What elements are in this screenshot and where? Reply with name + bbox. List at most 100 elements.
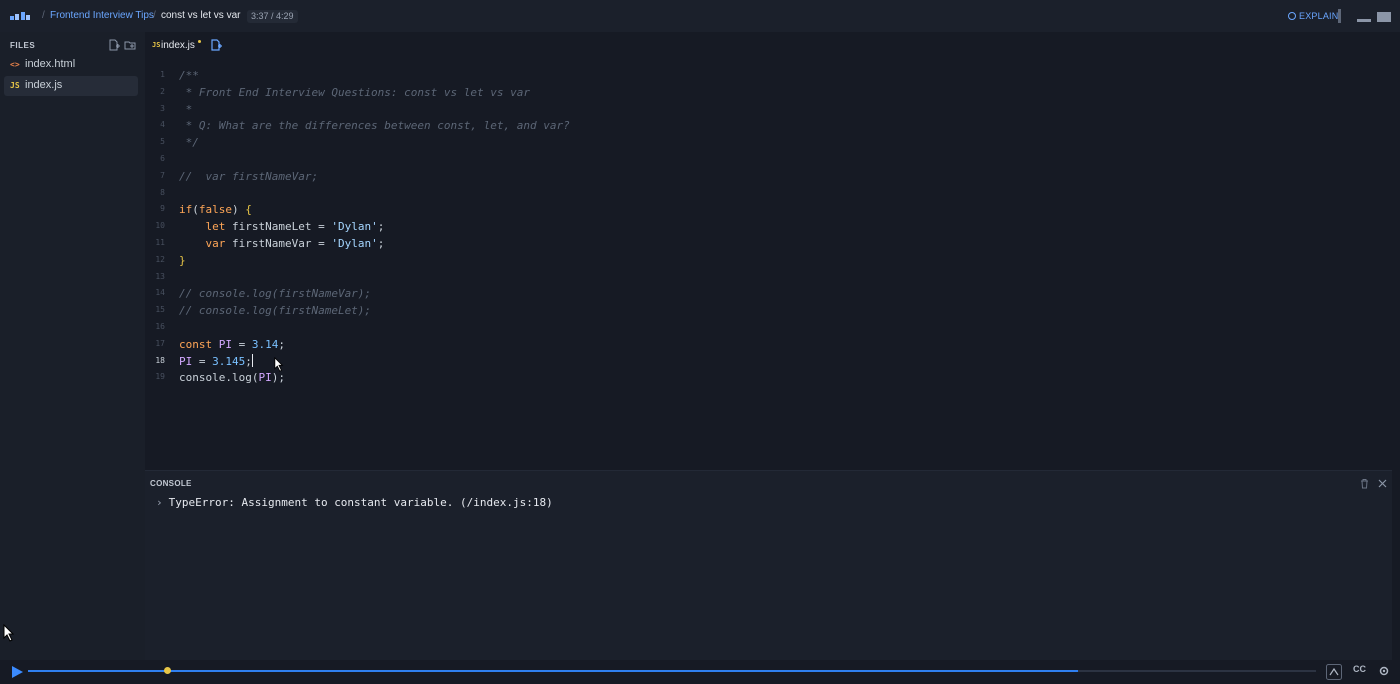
- code-text: if(false) {: [179, 201, 252, 218]
- code-token: (: [192, 203, 199, 217]
- progress-track[interactable]: [28, 667, 1316, 674]
- console-error-message: › TypeError: Assignment to constant varia…: [156, 496, 553, 509]
- code-text: PI = 3.145;: [179, 353, 253, 370]
- line-number: 8: [160, 187, 165, 197]
- code-token: ): [232, 203, 246, 217]
- code-line[interactable]: 12}: [145, 252, 1345, 269]
- line-number: 10: [155, 221, 165, 231]
- file-sidebar: FILES <> index.html JS index.js: [0, 32, 145, 660]
- progress-fill: [28, 670, 1078, 672]
- file-name: index.js: [25, 79, 63, 91]
- new-folder-icon[interactable]: [124, 39, 136, 51]
- logo-icon[interactable]: [10, 12, 30, 21]
- js-file-icon: JS: [10, 81, 20, 90]
- settings-icon[interactable]: [1378, 665, 1390, 677]
- code-token: ;: [278, 337, 285, 351]
- line-number: 14: [155, 288, 165, 298]
- code-line[interactable]: 17 const PI = 3.14;: [145, 336, 1345, 353]
- captions-button[interactable]: CC: [1353, 664, 1366, 674]
- code-token: ;: [377, 220, 385, 234]
- layout-bottom-icon[interactable]: [1356, 9, 1372, 23]
- code-line[interactable]: 5 */: [145, 134, 1345, 151]
- code-token: false: [198, 203, 232, 217]
- play-icon[interactable]: [10, 665, 24, 679]
- code-line[interactable]: 10 let firstNameLet = 'Dylan';: [145, 218, 1345, 235]
- new-file-icon[interactable]: [108, 39, 120, 51]
- line-number: 4: [160, 120, 165, 130]
- code-text: // var firstNameVar;: [179, 168, 318, 185]
- code-token: 'Dylan': [331, 237, 378, 250]
- code-token: ;: [245, 354, 252, 368]
- code-token: firstNameVar =: [225, 237, 332, 250]
- line-number: 18: [155, 355, 165, 365]
- breadcrumb-separator: /: [153, 10, 156, 21]
- code-token: =: [192, 354, 213, 368]
- code-token: // console.log(firstNameLet);: [179, 304, 372, 318]
- code-line[interactable]: 18 PI = 3.145;: [145, 353, 1345, 370]
- breadcrumb-title: const vs let vs var: [161, 10, 241, 21]
- line-number: 12: [155, 254, 165, 264]
- expand-chevron-icon[interactable]: ›: [156, 496, 163, 509]
- breadcrumb-course-link[interactable]: Frontend Interview Tips: [50, 10, 154, 21]
- new-file-icon[interactable]: [210, 39, 222, 51]
- code-line[interactable]: 11 var firstNameVar = 'Dylan';: [145, 235, 1345, 252]
- line-number: 19: [155, 372, 165, 382]
- code-line[interactable]: 16: [145, 319, 1345, 336]
- code-line[interactable]: 15 // console.log(firstNameLet);: [145, 302, 1345, 319]
- time-badge: 3:37 / 4:29: [247, 10, 298, 23]
- code-text: let firstNameLet = 'Dylan';: [179, 218, 385, 235]
- code-token: const: [179, 337, 213, 351]
- explain-label: EXPLAIN: [1299, 11, 1339, 21]
- code-line[interactable]: 3 *: [145, 101, 1345, 118]
- layout-split-icon[interactable]: [1338, 9, 1350, 23]
- code-token: let: [205, 220, 226, 234]
- line-number: 16: [155, 322, 165, 331]
- code-token: {: [245, 203, 252, 217]
- code-text: *: [179, 101, 193, 118]
- close-icon[interactable]: [1377, 478, 1388, 489]
- code-token: // var firstNameVar;: [179, 169, 319, 183]
- line-number: 17: [155, 338, 165, 348]
- code-line[interactable]: 6: [145, 151, 1345, 168]
- code-token: /**: [179, 69, 199, 82]
- trash-icon[interactable]: [1359, 478, 1370, 489]
- code-token: =: [232, 337, 252, 351]
- file-item-index-js[interactable]: JS index.js: [4, 76, 138, 96]
- text-caret: [251, 353, 253, 367]
- code-line[interactable]: 14 // console.log(firstNameVar);: [145, 285, 1345, 302]
- code-token: * Q: What are the differences between co…: [179, 119, 570, 133]
- code-line[interactable]: 19 console.log(PI);: [145, 369, 1345, 386]
- speed-icon[interactable]: [1326, 664, 1342, 680]
- console-title: CONSOLE: [150, 479, 192, 488]
- code-token: 3.14: [251, 337, 279, 351]
- video-player-bar: CC: [0, 660, 1400, 684]
- unsaved-dot: [198, 40, 201, 43]
- code-token: PI: [258, 371, 272, 385]
- code-line[interactable]: 8: [145, 185, 1345, 202]
- code-line[interactable]: 7 // var firstNameVar;: [145, 168, 1345, 185]
- line-number: 9: [160, 204, 165, 214]
- code-line[interactable]: 2 * Front End Interview Questions: const…: [145, 84, 1345, 101]
- code-line[interactable]: 9 if(false) {: [145, 201, 1345, 218]
- code-token: }: [179, 253, 186, 267]
- code-line[interactable]: 4 * Q: What are the differences between …: [145, 117, 1345, 134]
- code-editor[interactable]: 1 /** 2 * Front End Interview Questions: c…: [145, 58, 1390, 470]
- code-text: // console.log(firstNameVar);: [179, 285, 371, 302]
- breadcrumb-separator: /: [42, 10, 45, 21]
- code-text: console.log(PI);: [179, 369, 285, 386]
- file-item-index-html[interactable]: <> index.html: [4, 55, 138, 75]
- line-number: 15: [155, 305, 165, 315]
- progress-thumb[interactable]: [164, 667, 172, 674]
- tab-label: index.js: [161, 40, 195, 51]
- code-token: 3.145: [212, 354, 246, 368]
- console-panel: CONSOLE › TypeError: Assignment to consta…: [145, 470, 1392, 661]
- code-token: PI: [179, 354, 193, 368]
- line-number: 7: [160, 170, 165, 180]
- code-token: );: [271, 371, 285, 385]
- code-line[interactable]: 1 /**: [145, 67, 1345, 84]
- code-line[interactable]: 13: [145, 269, 1345, 286]
- explain-button[interactable]: EXPLAIN: [1288, 11, 1338, 21]
- layout-full-icon[interactable]: [1376, 9, 1392, 23]
- line-number: 11: [155, 238, 165, 247]
